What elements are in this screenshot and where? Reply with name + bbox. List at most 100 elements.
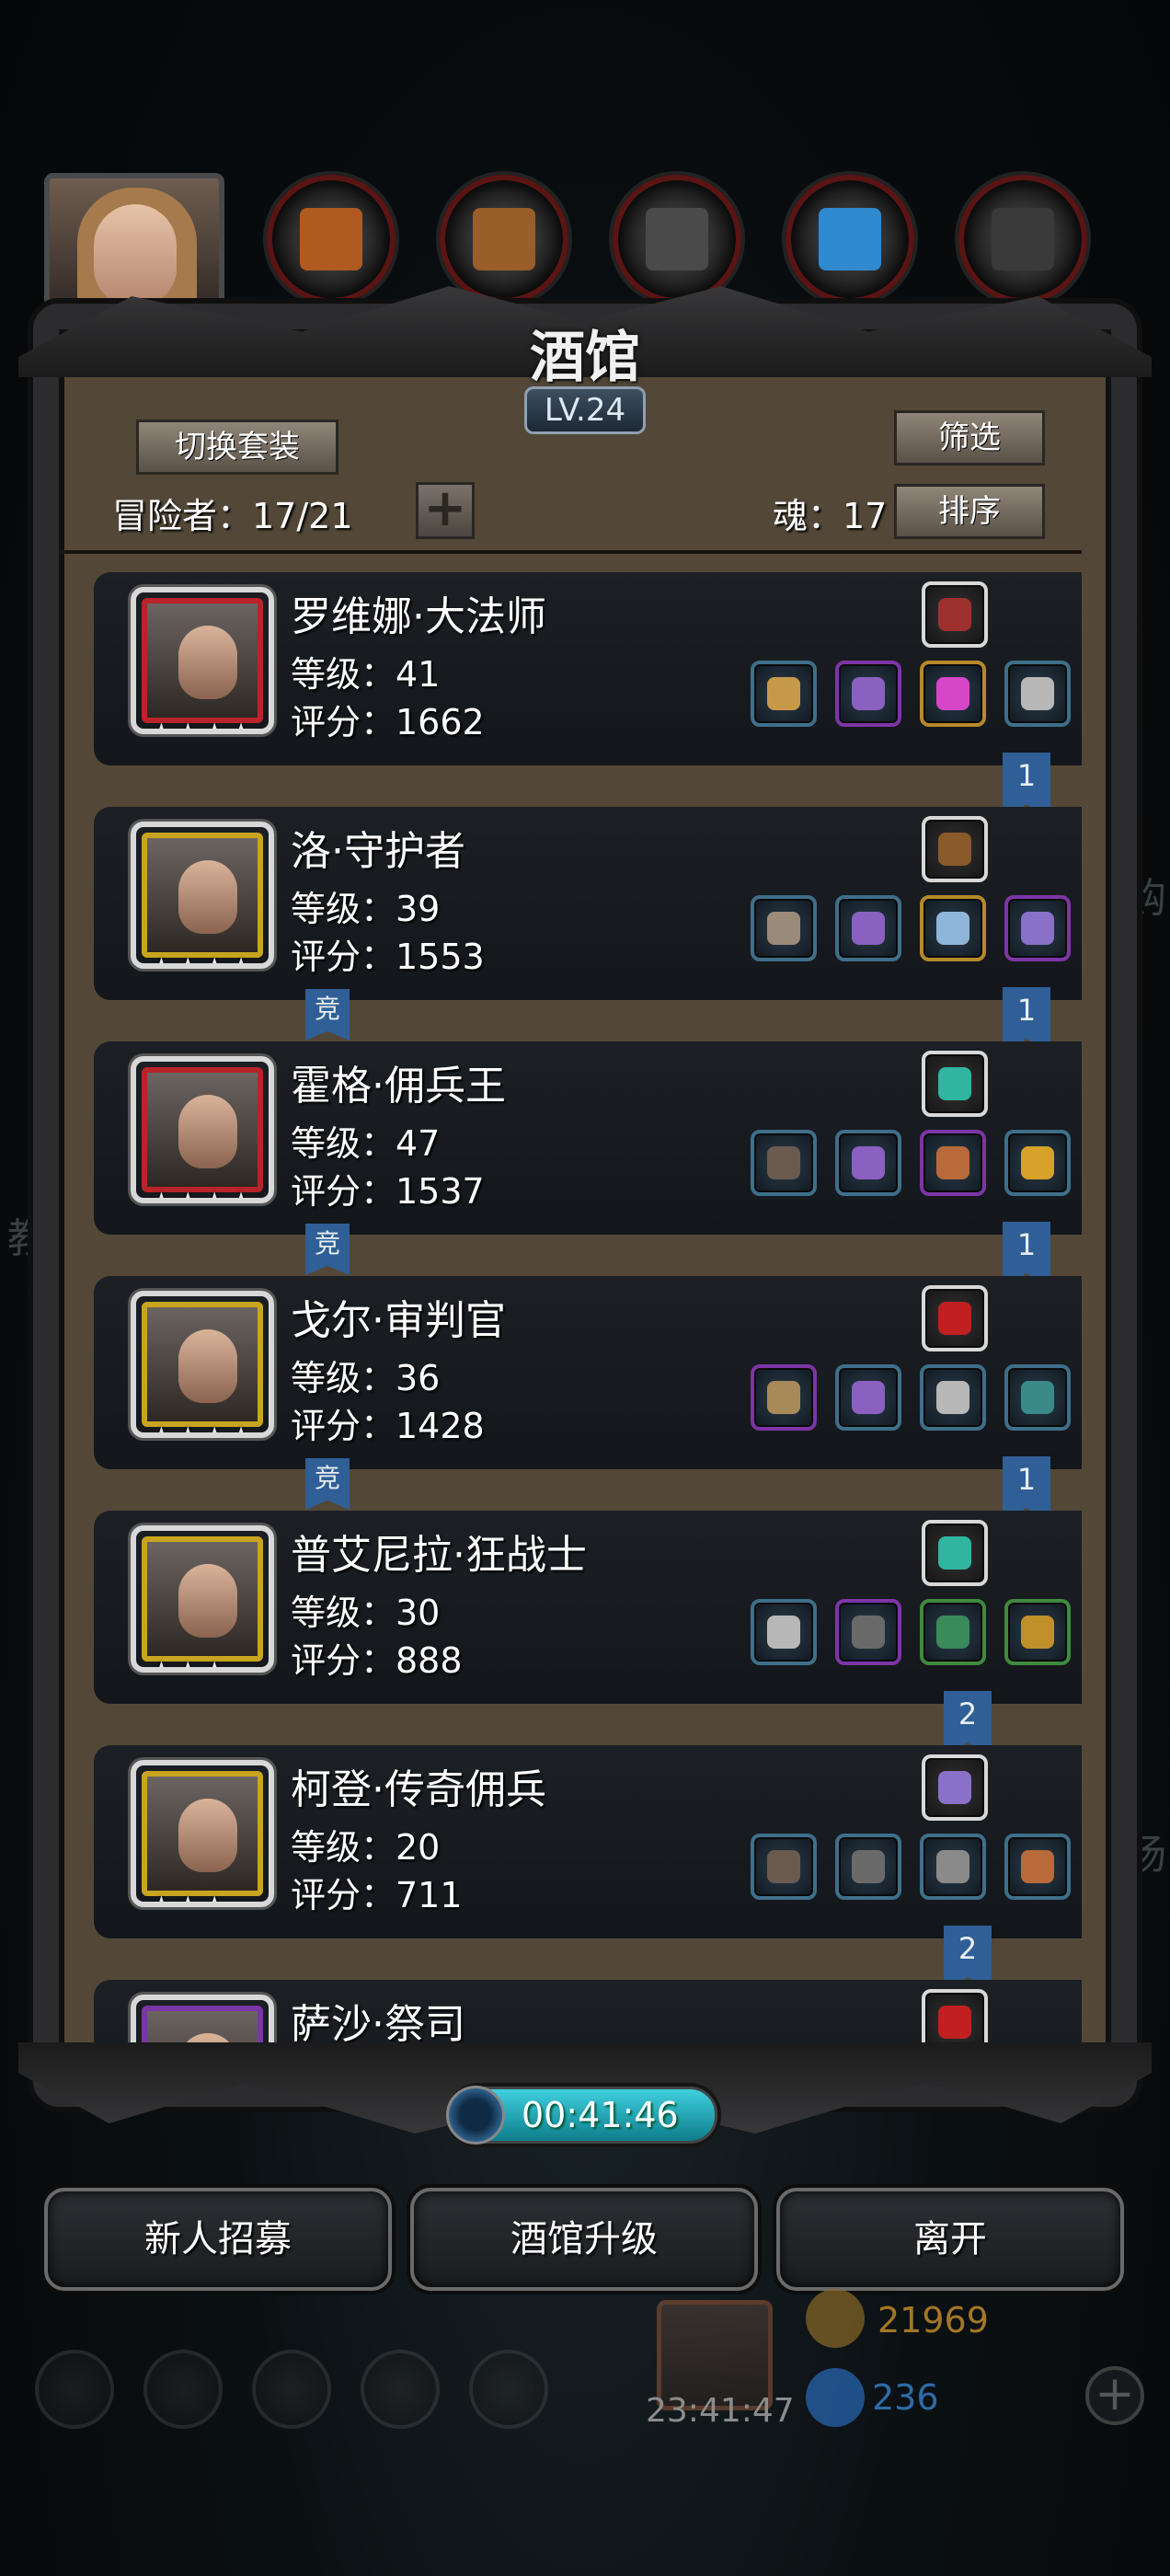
equipment-slot[interactable]	[920, 1599, 986, 1665]
crystal-tab[interactable]	[786, 175, 914, 304]
equipment-slot[interactable]	[835, 661, 901, 727]
hero-name: 普艾尼拉·狂战士	[291, 1532, 587, 1579]
filter-button[interactable]: 筛选	[894, 410, 1045, 466]
hero-card[interactable]: ★★★★ 戈尔·审判官 等级：36 评分：1428	[94, 1276, 1082, 1469]
equipment-slot[interactable]	[1004, 1599, 1071, 1665]
equipment-icon	[936, 1850, 969, 1883]
artifact-slot[interactable]	[922, 581, 988, 648]
equipment-slot[interactable]	[1004, 895, 1071, 961]
hero-portrait[interactable]: ★★★	[131, 1760, 274, 1907]
equipment-slot[interactable]	[920, 1834, 986, 1900]
equipment-icon	[852, 1850, 885, 1883]
equipment-slot[interactable]	[751, 1834, 817, 1900]
switch-outfit-button[interactable]: 切换套装	[136, 420, 338, 475]
blue-crystal-icon	[819, 208, 881, 270]
artifact-slot[interactable]	[922, 816, 988, 882]
wood-tab[interactable]	[440, 175, 568, 304]
equipment-slot[interactable]	[1004, 1364, 1071, 1431]
equipment-slot[interactable]	[751, 1364, 817, 1431]
artifact-slot[interactable]	[922, 1285, 988, 1351]
equipment-icon	[767, 1146, 800, 1179]
achievement-icon	[143, 2350, 223, 2429]
upgrade-tavern-button[interactable]: 酒馆升级	[410, 2188, 758, 2291]
hero-portrait[interactable]: ★★★	[131, 1525, 274, 1673]
equipment-icon	[1021, 1616, 1054, 1649]
hero-card[interactable]: ★★★★ 罗维娜·大法师 等级：41 评分：1662	[94, 572, 1082, 765]
arena-badge: 竞	[305, 1224, 350, 1275]
equipment-slot[interactable]	[835, 1834, 901, 1900]
hero-portrait[interactable]: ★★★★	[131, 822, 274, 969]
wood-planks-icon	[473, 208, 535, 270]
gift-timer: 23:41:47	[646, 2392, 795, 2430]
equipment-icon	[767, 912, 800, 945]
hero-face	[178, 1329, 237, 1403]
artifact-slot[interactable]	[922, 1520, 988, 1586]
portrait-frame	[142, 1067, 263, 1192]
equipment-icon	[936, 1146, 969, 1179]
sort-button[interactable]: 排序	[894, 484, 1045, 539]
hero-level: 等级：30	[291, 1593, 441, 1633]
hero-portrait[interactable]: ★★★★	[131, 1056, 274, 1203]
mail-icon	[361, 2350, 440, 2429]
hero-card[interactable]: ★★★ 柯登·传奇佣兵 等级：20 评分：711	[94, 1745, 1082, 1938]
bag-icon	[469, 2350, 548, 2429]
equipment-slot[interactable]	[1004, 1834, 1071, 1900]
equipment-slot[interactable]	[1004, 661, 1071, 727]
hero-face	[178, 626, 237, 699]
iron-tab[interactable]	[613, 175, 741, 304]
equipment-icon	[767, 677, 800, 710]
gold-amount: 21969	[878, 2300, 989, 2340]
hero-face	[178, 1564, 237, 1638]
add-currency-icon: +	[1085, 2366, 1144, 2425]
equipment-slot[interactable]	[751, 661, 817, 727]
equipment-icon	[1021, 912, 1054, 945]
hero-card[interactable]: ★★★★ 洛·守护者 等级：39 评分：1553	[94, 807, 1082, 1000]
gem-icon	[806, 2368, 865, 2427]
equipment-slot[interactable]	[920, 895, 986, 961]
leather-tab[interactable]	[267, 175, 396, 304]
soul-count: 魂：17	[773, 496, 888, 536]
steel-tab[interactable]	[958, 175, 1087, 304]
hero-portrait[interactable]: ★★★★	[131, 587, 274, 734]
portrait-frame	[142, 833, 263, 958]
equipment-slot[interactable]	[920, 1130, 986, 1196]
hero-portrait[interactable]: ★★★★	[131, 1291, 274, 1438]
hero-face	[178, 860, 237, 934]
leave-button[interactable]: 离开	[776, 2188, 1124, 2291]
equipment-slot[interactable]	[751, 1599, 817, 1665]
equipment-icon	[767, 1616, 800, 1649]
portrait-frame	[142, 1302, 263, 1427]
artifact-slot[interactable]	[922, 1051, 988, 1117]
equipment-icon	[852, 677, 885, 710]
equipment-slot[interactable]	[835, 895, 901, 961]
artifact-icon	[938, 2006, 971, 2039]
hero-score: 评分：1428	[291, 1406, 485, 1446]
hero-level: 等级：20	[291, 1827, 441, 1868]
artifact-slot[interactable]	[922, 1754, 988, 1821]
artifact-icon	[938, 1536, 971, 1570]
hero-name: 萨沙·祭司	[291, 2001, 465, 2048]
add-adventurer-button[interactable]: +	[416, 482, 475, 539]
recruit-button[interactable]: 新人招募	[44, 2188, 392, 2291]
equipment-icon	[1021, 1381, 1054, 1414]
equipment-slot[interactable]	[835, 1130, 901, 1196]
artifact-icon	[938, 833, 971, 866]
equipment-icon	[1021, 1146, 1054, 1179]
equipment-slot[interactable]	[835, 1599, 901, 1665]
hero-score: 评分：888	[291, 1640, 463, 1681]
hero-card[interactable]: ★★★★ 霍格·佣兵王 等级：47 评分：1537	[94, 1041, 1082, 1235]
equipment-icon	[767, 1850, 800, 1883]
hero-list[interactable]: ★★★★ 罗维娜·大法师 等级：41 评分：1662 1 ★★★★ 洛·守护者 …	[61, 558, 1082, 2061]
tavern-timer: 00:41:46	[446, 2086, 717, 2145]
equipment-slot[interactable]	[1004, 1130, 1071, 1196]
hero-face	[178, 1799, 237, 1872]
equipment-icon	[936, 912, 969, 945]
hero-card[interactable]: ★★★ 普艾尼拉·狂战士 等级：30 评分：888	[94, 1511, 1082, 1704]
equipment-slot[interactable]	[835, 1364, 901, 1431]
equipment-slot[interactable]	[920, 1364, 986, 1431]
equipment-slot[interactable]	[920, 661, 986, 727]
hero-stars: ★★★★	[149, 952, 256, 969]
equipment-slot[interactable]	[751, 895, 817, 961]
equipment-icon	[767, 1381, 800, 1414]
equipment-slot[interactable]	[751, 1130, 817, 1196]
